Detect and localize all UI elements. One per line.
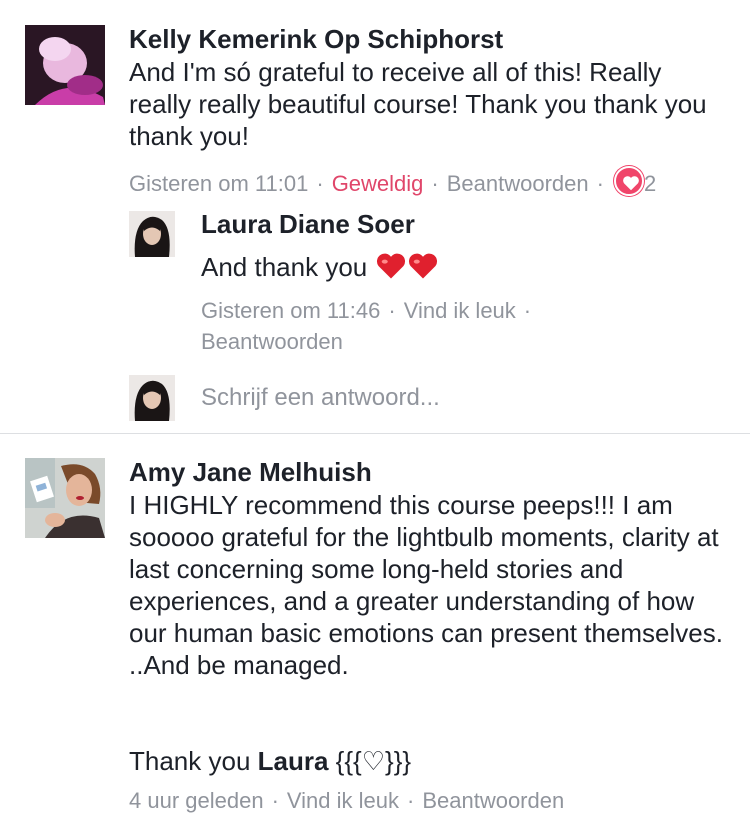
separator-dot: · (316, 171, 324, 196)
reply-button[interactable]: Beantwoorden (201, 329, 343, 354)
separator-dot: · (271, 788, 279, 813)
reply-author[interactable]: Laura Diane Soer (201, 209, 415, 240)
comment-timestamp[interactable]: 4 uur geleden (129, 788, 264, 813)
comment-text: I HIGHLY recommend this course peeps!!! … (129, 490, 723, 680)
reply-text-content: And thank you (201, 252, 368, 282)
avatar-amy[interactable] (25, 458, 105, 538)
reply-meta-line2: Beantwoorden (201, 327, 343, 357)
reply-button[interactable]: Beantwoorden (447, 171, 589, 196)
red-heart-emoji (377, 253, 406, 279)
reply-timestamp[interactable]: Gisteren om 11:46 (201, 298, 380, 323)
avatar-laura[interactable] (129, 211, 175, 257)
comment-author[interactable]: Kelly Kemerink Op Schiphorst (129, 24, 503, 55)
thanks-text: Thank you (129, 746, 258, 776)
comment-meta: 4 uur geleden · Vind ik leuk · Beantwoorden (129, 786, 564, 816)
reply-text: And thank you (201, 251, 438, 283)
avatar-kelly[interactable] (25, 25, 105, 105)
separator-dot: · (388, 298, 396, 323)
comment-thanks: Thank you Laura {{{♡}}} (129, 745, 411, 777)
heart-reaction-icon[interactable] (613, 166, 644, 196)
avatar-laura-compose (129, 375, 175, 421)
reply-button[interactable]: Beantwoorden (422, 788, 564, 813)
reply-input[interactable]: Schrijf een antwoord... (201, 384, 440, 412)
like-button[interactable]: Vind ik leuk (287, 788, 399, 813)
mentioned-name[interactable]: Laura (258, 746, 329, 776)
reply-meta: Gisteren om 11:46 · Vind ik leuk · (201, 296, 539, 326)
comment-author[interactable]: Amy Jane Melhuish (129, 457, 372, 488)
separator-dot: · (523, 298, 532, 323)
reaction-count[interactable]: 2 (644, 171, 656, 196)
comment-meta: Gisteren om 11:01 · Geweldig · Beantwoorden ·… (129, 161, 656, 199)
comment-text: And I'm só grateful to receive all of th… (129, 57, 707, 151)
separator-dot: · (596, 171, 604, 196)
separator-dot: · (407, 788, 415, 813)
comment-timestamp[interactable]: Gisteren om 11:01 (129, 171, 308, 196)
like-button[interactable]: Vind ik leuk (404, 298, 516, 323)
thanks-text: {{{♡}}} (328, 746, 412, 776)
reaction-link[interactable]: Geweldig (332, 171, 424, 196)
red-heart-emoji (409, 253, 438, 279)
separator-dot: · (431, 171, 439, 196)
comment-divider (0, 433, 750, 434)
